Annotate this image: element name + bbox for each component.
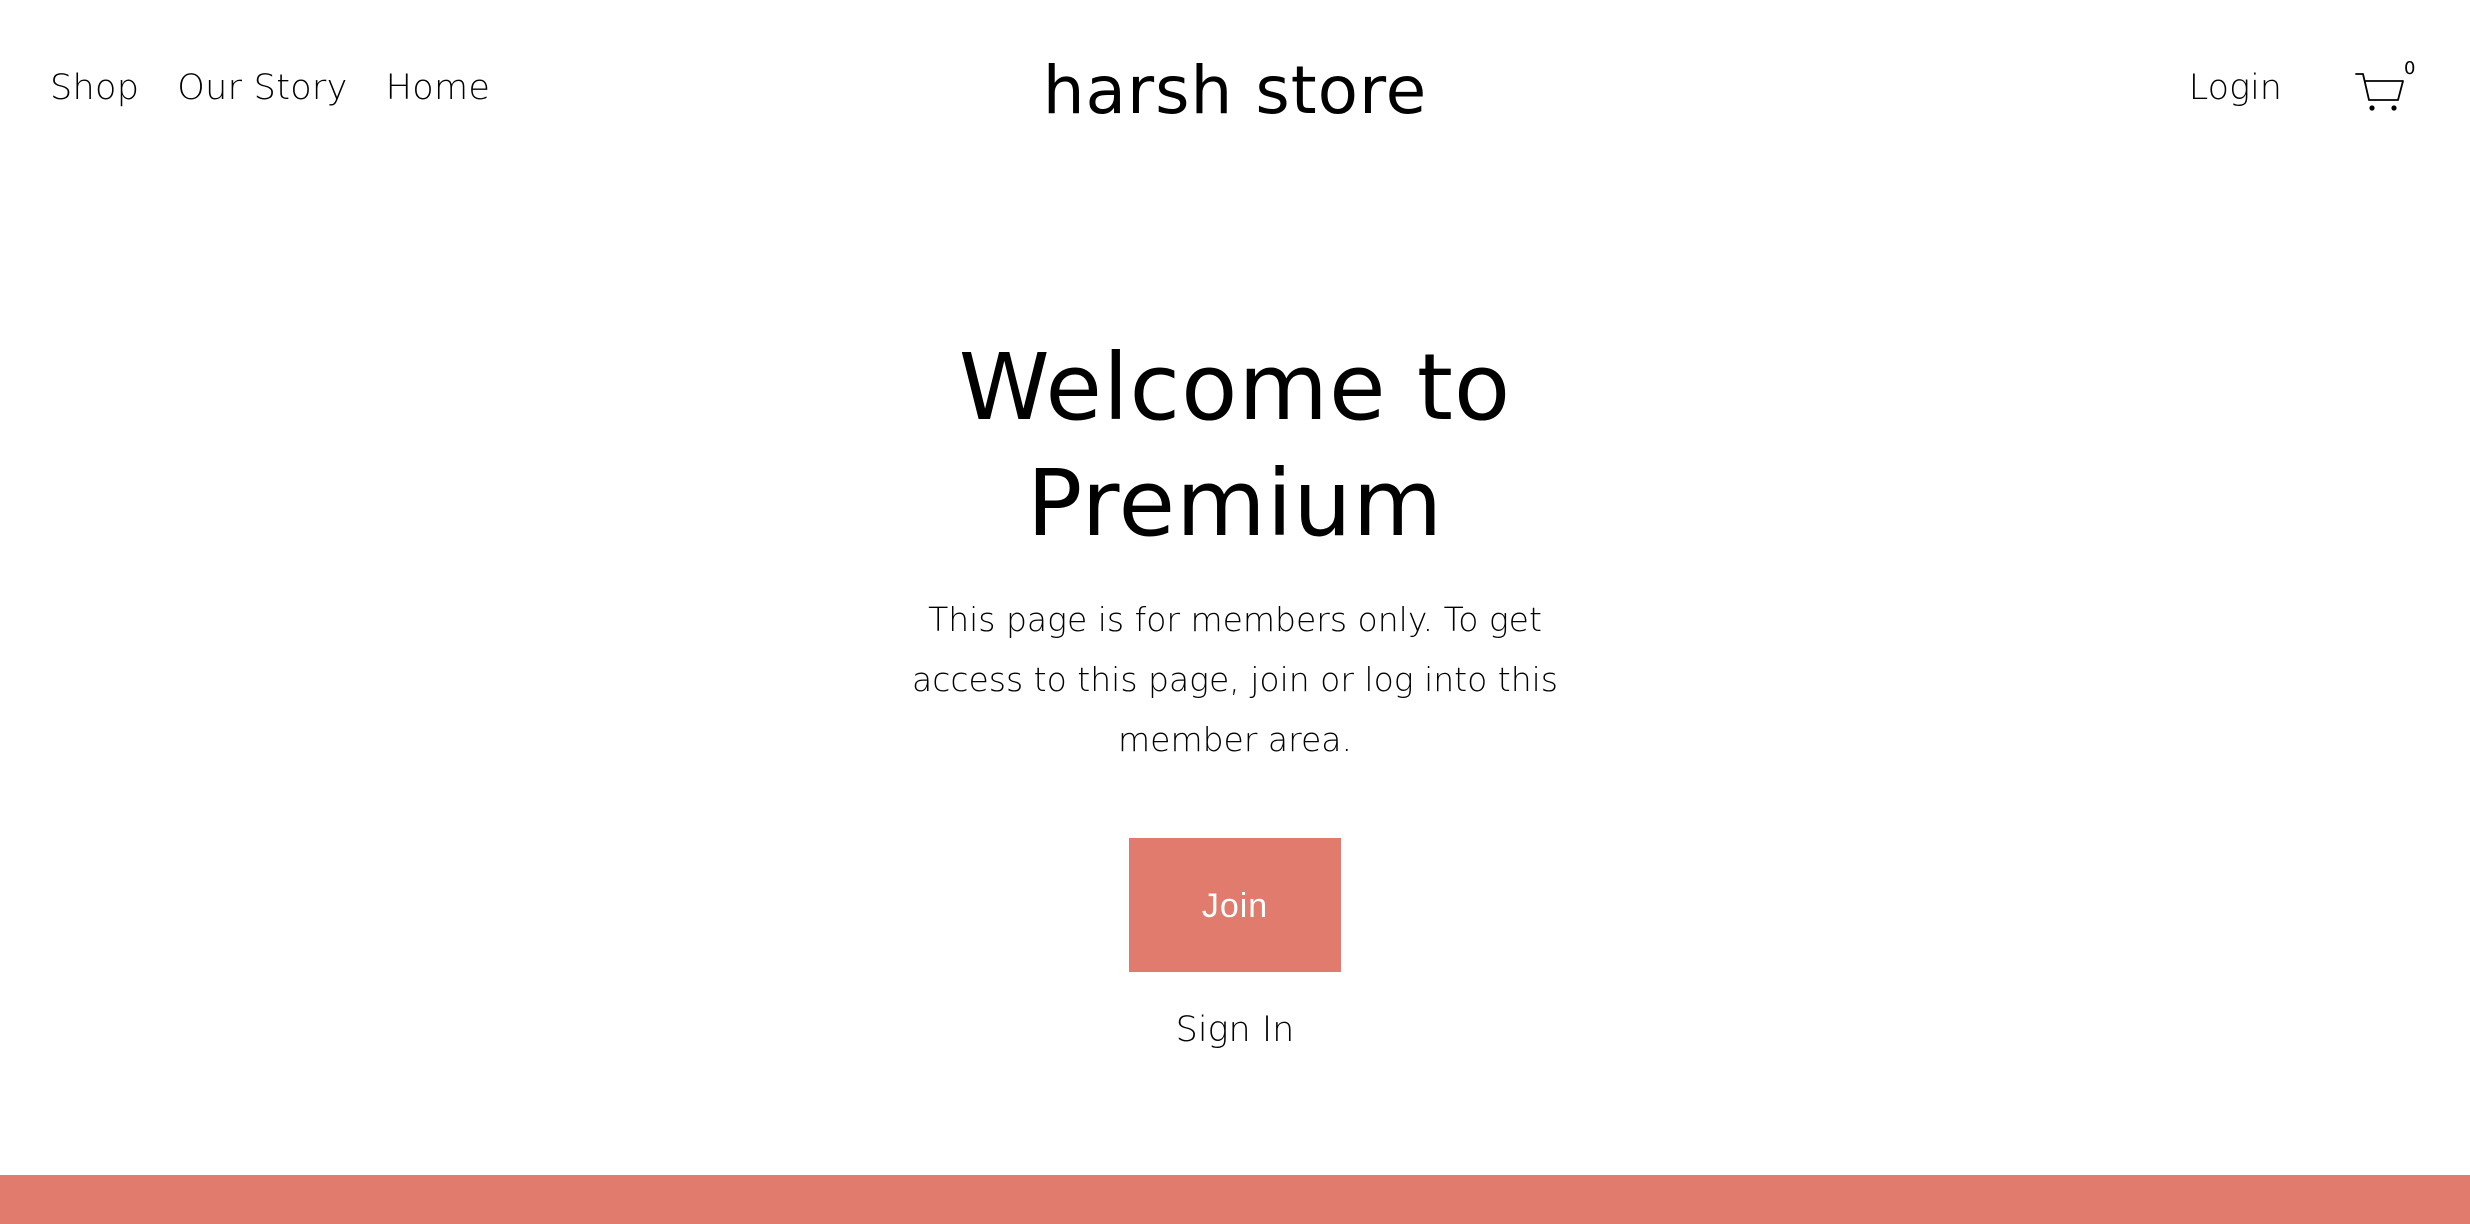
main-nav: Shop Our Story Home [50, 68, 490, 108]
page-title-line-2: Premium [1026, 450, 1444, 557]
members-only-description: This page is for members only. To get ac… [911, 600, 1558, 759]
footer-bar [0, 1175, 2470, 1224]
sign-in-link[interactable]: Sign In [0, 1010, 2470, 1050]
page-title: Welcome to Premium [885, 330, 1585, 562]
cart-count-badge: 0 [2404, 58, 2416, 79]
brand-logo[interactable]: harsh store [1043, 52, 1428, 129]
nav-item-shop[interactable]: Shop [50, 68, 139, 108]
nav-item-home[interactable]: Home [386, 68, 491, 108]
nav-item-our-story[interactable]: Our Story [177, 68, 347, 108]
members-only-section: Welcome to Premium This page is for memb… [0, 330, 2470, 1050]
join-button[interactable]: Join [1129, 838, 1341, 972]
login-link[interactable]: Login [2189, 68, 2282, 108]
page: Shop Our Story Home harsh store Login 0 … [0, 0, 2470, 1224]
cart-button[interactable] [2354, 70, 2406, 114]
page-title-line-1: Welcome to [958, 334, 1512, 441]
site-header: Shop Our Story Home harsh store Login 0 [0, 0, 2470, 190]
shopping-cart-icon [2355, 73, 2404, 111]
